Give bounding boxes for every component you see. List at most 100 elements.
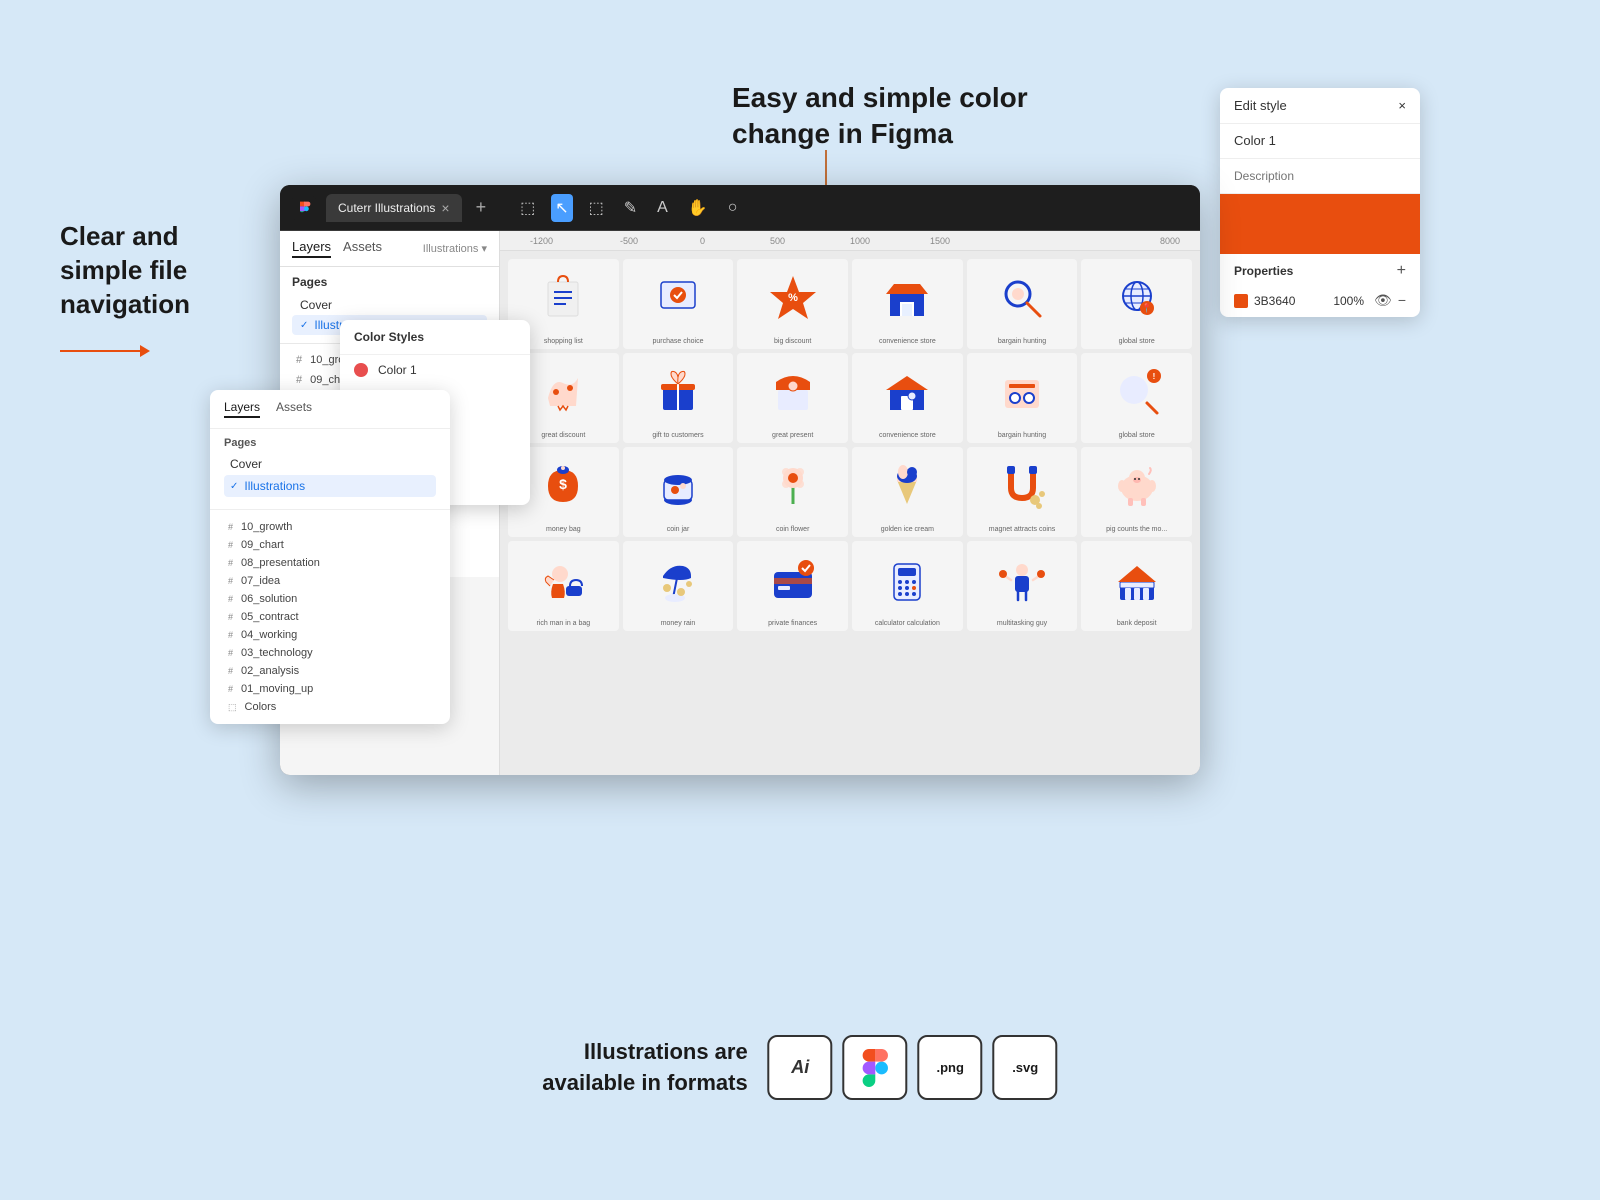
tab-close-button[interactable]: × <box>441 200 449 216</box>
figma-logo <box>292 196 316 220</box>
illus-label-multitasking: multitasking guy <box>967 620 1078 627</box>
assets-tab[interactable]: Assets <box>343 239 382 258</box>
color-dot <box>1234 294 1248 308</box>
bottom-text: Illustrations are available in formats <box>542 1037 747 1099</box>
svg-text:!: ! <box>1152 372 1155 381</box>
lp-layer-04-working[interactable]: # 04_working <box>224 626 436 644</box>
illus-label-money-bag: money bag <box>508 526 619 533</box>
edit-style-header: Edit style × <box>1220 88 1420 124</box>
lp-cover[interactable]: Cover <box>224 453 436 475</box>
lp-cover-label: Cover <box>230 457 262 471</box>
illus-pig: pig counts the mo... <box>1081 447 1192 537</box>
lp-layer-10-growth[interactable]: # 10_growth <box>224 518 436 536</box>
svg-text:%: % <box>788 292 798 304</box>
illus-label-discount: big discount <box>737 338 848 345</box>
ruler-mark-7: 8000 <box>1160 236 1180 246</box>
ruler-mark-5: 1000 <box>850 236 870 246</box>
text-tool[interactable]: A <box>653 195 672 221</box>
color-name-input-row <box>1220 124 1420 159</box>
cover-label: Cover <box>300 298 332 312</box>
format-svg: .svg <box>993 1035 1058 1100</box>
property-icons: 👁 − <box>1374 292 1406 309</box>
lp-layer-colors[interactable]: ⬚ Colors <box>224 698 436 716</box>
illus-label-global: global store <box>1081 338 1192 345</box>
illus-purchase-choice: purchase choice <box>623 259 734 349</box>
color-name-input[interactable] <box>1234 133 1406 148</box>
illus-label-coin-flower: coin flower <box>737 526 848 533</box>
lp-assets-tab[interactable]: Assets <box>276 400 312 418</box>
top-heading: Easy and simple color change in Figma <box>732 80 1072 153</box>
left-heading: Clear and simple file navigation <box>60 220 240 321</box>
lp-layer-01-moving-up[interactable]: # 01_moving_up <box>224 680 436 698</box>
pages-label: Pages <box>292 275 487 289</box>
minus-icon[interactable]: − <box>1398 292 1406 309</box>
illus-label-bank-deposit: bank deposit <box>1081 620 1192 627</box>
properties-add-button[interactable]: + <box>1397 262 1406 280</box>
illus-label-great-present: great present <box>737 432 848 439</box>
illus-bargain-hunting: bargain hunting <box>967 259 1078 349</box>
bottom-section: Illustrations are available in formats A… <box>542 1035 1057 1100</box>
description-input[interactable] <box>1234 169 1406 183</box>
ruler-mark-4: 500 <box>770 236 785 246</box>
edit-style-title: Edit style <box>1234 98 1287 113</box>
lp-layer-02-analysis[interactable]: # 02_analysis <box>224 662 436 680</box>
new-tab-button[interactable]: + <box>476 197 487 218</box>
ruler-mark-3: 0 <box>700 236 705 246</box>
hand-tool[interactable]: ✋ <box>684 194 712 222</box>
illustrations-dropdown[interactable]: Illustrations ▾ <box>423 242 487 255</box>
cs-header: Color Styles <box>340 320 530 355</box>
svg-text:$: $ <box>559 476 567 492</box>
page-cover[interactable]: Cover <box>292 295 487 315</box>
lp-tabs: Layers Assets <box>210 390 450 429</box>
lp-layer-07-idea[interactable]: # 07_idea <box>224 572 436 590</box>
illus-label-calculator: calculator calculation <box>852 620 963 627</box>
illus-global-store: 📍 global store <box>1081 259 1192 349</box>
illus-bargain-hunting2: bargain hunting <box>967 353 1078 443</box>
left-nav-text: Clear and simple file navigation <box>60 220 240 357</box>
active-check: ✓ <box>300 320 308 331</box>
illus-label-bargain: bargain hunting <box>967 338 1078 345</box>
illus-label-private-finances: private finances <box>737 620 848 627</box>
lp-layers-tab[interactable]: Layers <box>224 400 260 418</box>
illus-label-global2: global store <box>1081 432 1192 439</box>
layers-tab[interactable]: Layers <box>292 239 331 258</box>
format-icons: Ai .png .svg <box>768 1035 1058 1100</box>
illus-label-pig: pig counts the mo... <box>1081 526 1192 533</box>
lp-layer-items: # 10_growth # 09_chart # 08_presentation… <box>210 514 450 724</box>
move-tool[interactable]: ⬚ <box>516 194 539 222</box>
format-ai: Ai <box>768 1035 833 1100</box>
illus-label-ice-cream: golden ice cream <box>852 526 963 533</box>
figma-tab[interactable]: Cuterr Illustrations × <box>326 194 462 222</box>
ruler-mark-6: 1500 <box>930 236 950 246</box>
illus-label-magnet: magnet attracts coins <box>967 526 1078 533</box>
panel-tabs: Layers Assets Illustrations ▾ <box>280 231 499 267</box>
frame-tool[interactable]: ⬚ <box>585 194 608 222</box>
illus-label-convenience2: convenience store <box>852 432 963 439</box>
canvas-ruler: -1200 -500 0 500 1000 1500 8000 <box>500 231 1200 251</box>
properties-header: Properties + <box>1220 254 1420 284</box>
illustration-grid: shopping list purchase choice % big <box>500 251 1200 775</box>
illus-label-rich-man: rich man in a bag <box>508 620 619 627</box>
lp-layer-08-presentation[interactable]: # 08_presentation <box>224 554 436 572</box>
cs-color1-label: Color 1 <box>378 363 417 377</box>
properties-row: 3B3640 100% 👁 − <box>1220 284 1420 317</box>
cs-color1[interactable]: Color 1 <box>340 355 530 385</box>
comment-tool[interactable]: ○ <box>724 195 742 221</box>
illus-calculator: calculator calculation <box>852 541 963 631</box>
illus-golden-ice-cream: golden ice cream <box>852 447 963 537</box>
lp-layer-03-technology[interactable]: # 03_technology <box>224 644 436 662</box>
lp-illustrations[interactable]: ✓ Illustrations <box>224 475 436 497</box>
close-button[interactable]: × <box>1398 98 1406 113</box>
illus-row-3: $ money bag coin jar <box>508 447 1192 537</box>
illus-row-4: rich man in a bag money rain <box>508 541 1192 631</box>
select-tool[interactable]: ↖ <box>551 194 572 222</box>
lp-layer-09-chart[interactable]: # 09_chart <box>224 536 436 554</box>
format-figma <box>843 1035 908 1100</box>
eye-icon[interactable]: 👁 <box>1374 292 1392 309</box>
illus-label-money-rain: money rain <box>623 620 734 627</box>
illus-global-store2: ! global store <box>1081 353 1192 443</box>
lp-layer-05-contract[interactable]: # 05_contract <box>224 608 436 626</box>
figma-canvas: -1200 -500 0 500 1000 1500 8000 sh <box>500 231 1200 775</box>
lp-layer-06-solution[interactable]: # 06_solution <box>224 590 436 608</box>
pen-tool[interactable]: ✎ <box>620 194 641 222</box>
